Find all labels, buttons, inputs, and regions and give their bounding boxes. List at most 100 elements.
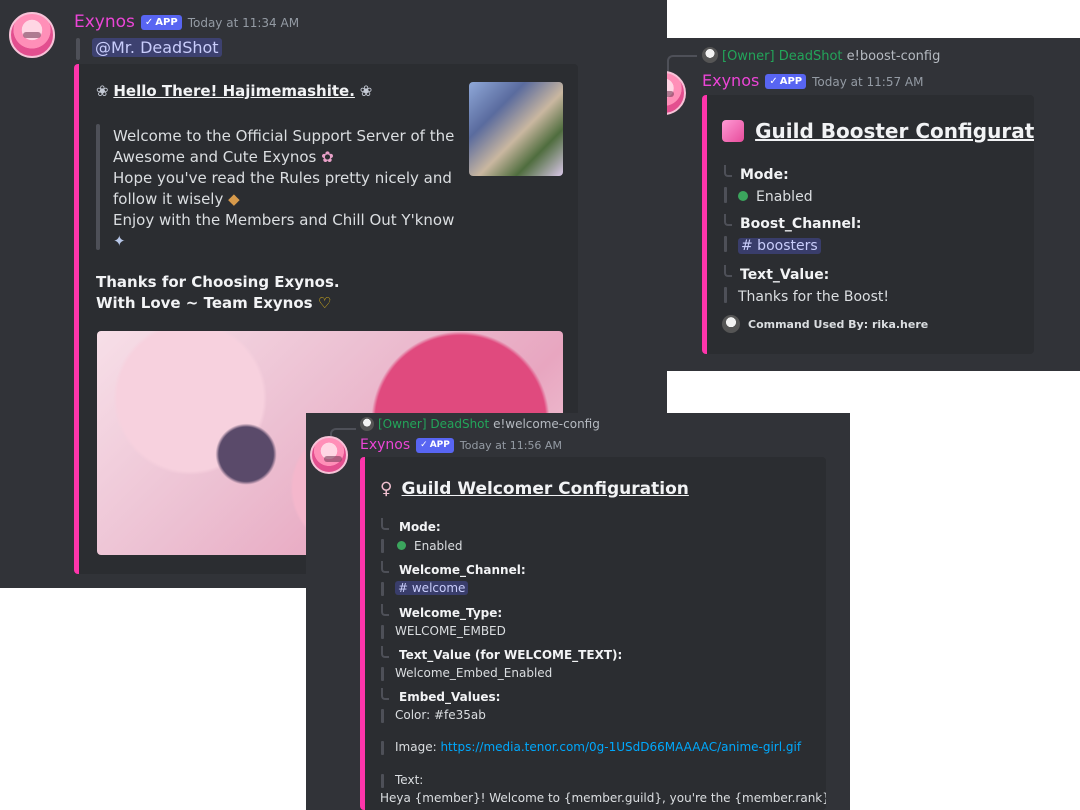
bot-avatar[interactable] [9, 12, 55, 58]
dancing-girl-icon: ♀ [380, 479, 393, 499]
thanks-line: With Love ~ Team Exynos ♡ [96, 294, 332, 312]
app-badge: ✓ APP [140, 15, 182, 30]
emoji-icon: ❀ [359, 82, 373, 100]
field-text-value: Thanks for the Boost! [738, 289, 889, 305]
bot-username[interactable]: Exynos [74, 12, 135, 32]
field-bar [381, 709, 384, 723]
user-mention[interactable]: @Mr. DeadShot [92, 38, 222, 57]
field-text-value: Welcome_Embed_Enabled [395, 666, 553, 680]
field-bar [381, 625, 384, 639]
check-icon: ✓ [144, 17, 154, 28]
bot-username[interactable]: Exynos [360, 437, 410, 453]
embed-thumbnail[interactable] [469, 82, 563, 176]
description-line: Enjoy with the Members and Chill Out Y'k… [113, 211, 455, 229]
timestamp: Today at 11:57 AM [812, 75, 924, 89]
channel-mention[interactable]: # welcome [395, 581, 469, 595]
description-line: Awesome and Cute Exynos ✿ [113, 148, 334, 166]
message-panel-boost-config: [Owner] DeadShot e!boost-config Exynos ✓… [667, 38, 1080, 371]
embed-title-row: Guild Booster Configuration [722, 119, 1034, 143]
field-mode-label: Mode: [740, 167, 789, 183]
description-line: Hope you've read the Rules pretty nicely… [113, 169, 452, 187]
tree-branch [381, 688, 389, 700]
reply-owner[interactable]: [Owner] DeadShot [378, 417, 489, 431]
welcome-config-embed: ♀ Guild Welcomer Configuration Mode: Ena… [360, 457, 826, 810]
embed-title: Hello There! Hajimemashite. [113, 82, 355, 100]
field-bar [381, 539, 384, 553]
embed-title-row: ♀ Guild Welcomer Configuration [380, 479, 689, 499]
emoji-icon: ❀ [96, 82, 109, 100]
boost-config-embed: Guild Booster Configuration Mode: Enable… [702, 95, 1034, 354]
message-panel-welcome-config: [Owner] DeadShot e!welcome-config Exynos… [306, 413, 850, 810]
tree-branch [724, 265, 732, 277]
field-bar [381, 582, 384, 596]
embed-text-label: Text: [395, 773, 424, 787]
reply-reference[interactable]: [Owner] DeadShot e!welcome-config [360, 417, 600, 431]
tree-branch [724, 165, 732, 177]
owner-avatar [360, 417, 374, 431]
field-type-label: Welcome_Type: [399, 606, 503, 620]
field-channel-value: # boosters [738, 238, 821, 254]
image-link[interactable]: https://media.tenor.com/0g-1USdD66MAAAAC… [440, 740, 801, 754]
embed-signoff: Thanks for Choosing Exynos. With Love ~ … [96, 272, 340, 314]
field-bar [381, 741, 384, 755]
emoji-icon: ◆ [228, 190, 240, 208]
embed-text-value: Heya {member}! Welcome to {member.guild}… [380, 791, 826, 805]
field-channel-label: Welcome_Channel: [399, 563, 526, 577]
embed-title-row: ❀ Hello There! Hajimemashite. ❀ [96, 82, 372, 100]
field-embed-label: Embed_Values: [399, 690, 501, 704]
reply-connector [667, 55, 697, 73]
footer-text: Command Used By: rika.here [748, 318, 929, 331]
mention-quote-bar [76, 38, 80, 60]
field-bar [724, 187, 727, 203]
field-bar [381, 667, 384, 681]
tree-branch [381, 604, 389, 616]
timestamp: Today at 11:34 AM [187, 16, 300, 30]
bot-avatar[interactable] [310, 436, 348, 474]
status-dot [738, 191, 748, 201]
field-mode-value: Enabled [738, 189, 813, 205]
tree-branch [724, 214, 732, 226]
user-avatar [722, 315, 740, 333]
field-type-value: WELCOME_EMBED [395, 624, 506, 638]
message-header: Exynos ✓ APP Today at 11:56 AM [360, 437, 562, 455]
message-header: Exynos ✓ APP Today at 11:34 AM [74, 12, 299, 32]
message-header: Exynos ✓ APP Today at 11:57 AM [702, 71, 923, 91]
reply-command: e!welcome-config [493, 417, 600, 431]
description-quote-bar [96, 124, 100, 250]
tree-branch [381, 646, 389, 658]
reply-command: e!boost-config [846, 49, 941, 64]
field-channel-value: # welcome [395, 581, 469, 595]
bot-avatar[interactable] [667, 71, 686, 115]
embed-color-value: Color: #fe35ab [395, 708, 486, 722]
channel-mention[interactable]: # boosters [738, 238, 821, 254]
reply-reference[interactable]: [Owner] DeadShot e!boost-config [702, 47, 940, 64]
emoji-icon: ✦ [113, 232, 126, 250]
tree-branch [381, 518, 389, 530]
app-badge: ✓ APP [765, 74, 807, 89]
field-mode-label: Mode: [399, 520, 441, 534]
field-bar [724, 236, 727, 252]
timestamp: Today at 11:56 AM [459, 439, 562, 452]
reply-owner[interactable]: [Owner] DeadShot [722, 49, 843, 64]
app-badge: ✓ APP [416, 438, 454, 453]
field-bar [724, 287, 727, 303]
embed-title: Guild Welcomer Configuration [401, 479, 689, 499]
mention-line: @Mr. DeadShot [92, 38, 222, 57]
field-channel-label: Boost_Channel: [740, 216, 862, 232]
sparkle-heart-icon [722, 120, 744, 142]
status-dot [397, 541, 406, 550]
embed-footer: Command Used By: rika.here [722, 315, 928, 333]
heart-icon: ♡ [317, 294, 332, 312]
emoji-icon: ✿ [321, 148, 334, 166]
embed-image-value: Image: https://media.tenor.com/0g-1USdD6… [395, 740, 802, 754]
field-text-label: Text_Value: [740, 267, 830, 283]
tree-branch [381, 561, 389, 573]
check-icon: ✓ [420, 440, 428, 450]
owner-avatar [702, 47, 718, 63]
field-text-label: Text_Value (for WELCOME_TEXT): [399, 648, 623, 662]
embed-title: Guild Booster Configuration [755, 119, 1034, 143]
description-line: Welcome to the Official Support Server o… [113, 127, 455, 145]
field-mode-value: Enabled [397, 539, 463, 553]
bot-username[interactable]: Exynos [702, 71, 759, 90]
thanks-line: Thanks for Choosing Exynos. [96, 273, 340, 291]
